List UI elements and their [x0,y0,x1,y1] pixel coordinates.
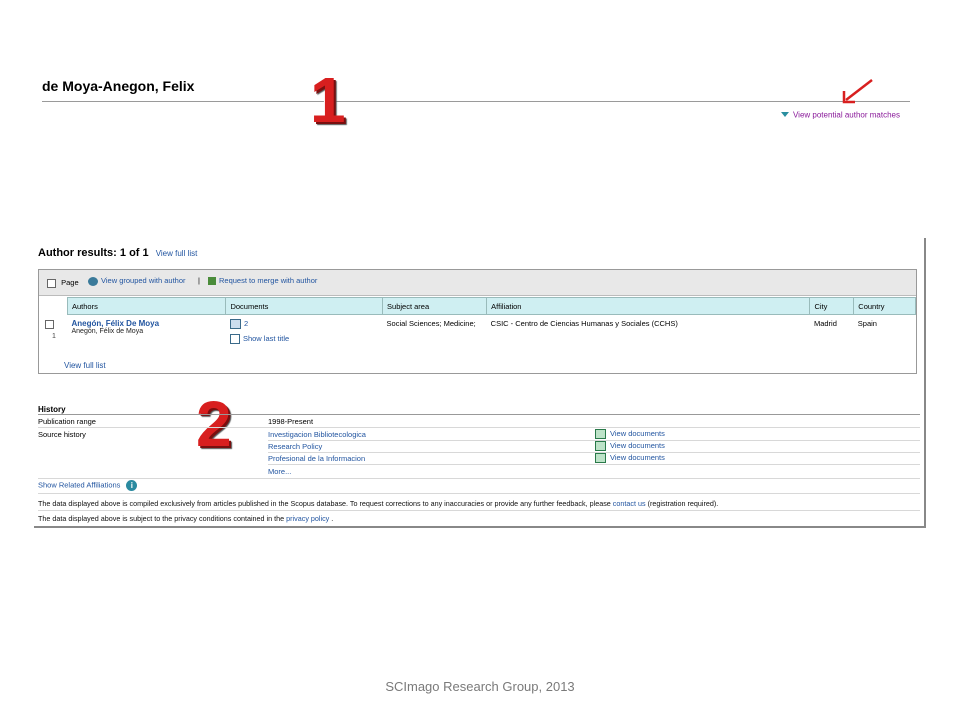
related-affiliations[interactable]: Show Related Affiliations i [38,480,138,491]
callout-number-2: 2 [196,388,232,460]
source-history-label: Source history [38,430,86,439]
show-title-icon [229,334,240,345]
privacy-text: The data displayed above is subject to t… [38,514,285,523]
author-name-link[interactable]: Anegón, Félix De Moya [72,319,222,328]
view-documents-link[interactable]: View documents [610,441,665,450]
view-full-list-link-top[interactable]: View full list [156,249,198,258]
table-row: Anegón, Félix De Moya Anegón, Félix de M… [68,315,916,345]
row-checkbox[interactable] [45,320,54,329]
column-header-authors[interactable]: Authors [66,297,227,315]
more-sources-link[interactable]: More... [268,467,291,476]
select-page[interactable]: Page [47,278,79,288]
table-header-row: Authors Documents Subject area Affiliati… [66,297,916,315]
corrections-note: The data displayed above is compiled exc… [38,499,718,508]
row-divider [268,440,920,441]
contact-us-link[interactable]: contact us [613,499,646,508]
publication-range-label: Publication range [38,417,96,426]
results-table-box: Page View grouped with author | Request … [38,269,917,374]
row-divider [268,452,920,453]
privacy-suffix: . [331,514,334,523]
view-documents-action[interactable]: View documents [595,453,665,464]
row-number: 1 [52,333,56,340]
source-link-profesional[interactable]: Profesional de la Informacion [268,454,365,463]
subject-area-cell: Social Sciences; Medicine; [386,319,476,328]
documents-cell: 2 Show last title [226,315,383,345]
author-results-table: Authors Documents Subject area Affiliati… [66,297,916,345]
column-header-subject-area[interactable]: Subject area [382,297,488,315]
view-documents-action[interactable]: View documents [595,441,665,452]
privacy-note: The data displayed above is subject to t… [38,514,333,523]
page-checkbox[interactable] [47,278,56,288]
documents-count-link[interactable]: 2 [244,319,248,328]
corrections-text: The data displayed above is compiled exc… [38,499,611,508]
author-results-heading: Author results: 1 of 1 View full list [38,247,197,259]
results-toolbar: Page View grouped with author | Request … [39,270,916,296]
country-cell: Spain [857,319,877,328]
author-profile-name: de Moya-Anegon, Felix [42,78,195,94]
row-divider [38,478,920,479]
column-header-city[interactable]: City [809,297,855,315]
header-divider [42,101,910,102]
view-documents-action[interactable]: View documents [595,429,665,440]
source-link-investigacion[interactable]: Investigacion Bibliotecologica [268,430,366,439]
row-divider [38,510,920,511]
row-divider [268,464,920,465]
column-header-documents[interactable]: Documents [225,297,384,315]
view-potential-matches-link[interactable]: View potential author matches [793,110,900,119]
column-header-affiliation[interactable]: Affiliation [486,297,811,315]
corrections-suffix: (registration required). [647,499,719,508]
view-documents-link[interactable]: View documents [610,429,665,438]
publication-range-value: 1998-Present [268,417,314,426]
results-count-title: Author results: 1 of 1 [38,247,149,259]
slide-footer: SCImago Research Group, 2013 [385,679,575,694]
request-merge-link[interactable]: Request to merge with author [219,276,317,285]
view-full-list-link-bottom[interactable]: View full list [64,361,106,370]
potential-matches[interactable]: View potential author matches [780,110,900,119]
view-documents-icon [595,441,606,452]
info-icon[interactable]: i [126,480,138,491]
show-last-title-link[interactable]: Show last title [243,334,289,343]
callout-arrow-icon [842,79,873,104]
documents-icon [229,319,241,330]
grouped-action[interactable]: View grouped with author [88,276,186,286]
row-divider [38,493,920,494]
column-header-country[interactable]: Country [853,297,916,315]
merge-action[interactable]: Request to merge with author [208,276,317,286]
view-grouped-link[interactable]: View grouped with author [101,276,186,285]
show-related-affiliations-link[interactable]: Show Related Affiliations [38,480,120,489]
view-documents-icon [595,429,606,440]
page-label: Page [61,278,79,287]
history-divider [38,414,920,415]
privacy-policy-link[interactable]: privacy policy [286,514,329,523]
view-documents-link[interactable]: View documents [610,453,665,462]
row-divider [38,427,920,428]
callout-number-1: 1 [310,64,346,136]
triangle-down-icon [780,112,789,118]
author-variant-name: Anegón, Félix de Moya [71,328,144,335]
source-link-research-policy[interactable]: Research Policy [268,442,322,451]
author-cell: Anegón, Félix De Moya Anegón, Félix de M… [68,315,226,345]
group-icon [88,276,98,286]
affiliation-cell: CSIC - Centro de Ciencias Humanas y Soci… [490,319,678,328]
view-documents-icon [595,453,606,464]
toolbar-separator: | [198,276,200,285]
city-cell: Madrid [813,319,837,328]
edit-icon [208,277,216,286]
history-heading: History [38,405,66,414]
